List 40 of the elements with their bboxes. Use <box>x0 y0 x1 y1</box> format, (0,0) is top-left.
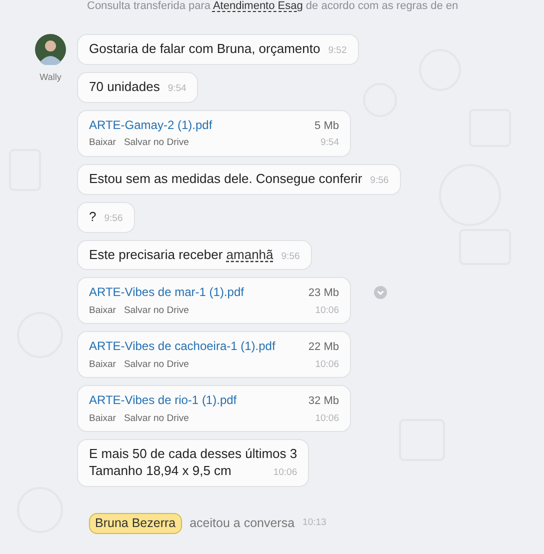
file-size: 22 Mb <box>308 340 339 355</box>
file-action-link[interactable]: Salvar no Drive <box>124 358 189 372</box>
message-time: 9:56 <box>370 174 389 188</box>
file-action-link[interactable]: Salvar no Drive <box>124 304 189 318</box>
message-text: Este precisaria receber amanhã <box>89 246 274 264</box>
message-time: 9:54 <box>320 137 339 150</box>
chevron-down-icon[interactable] <box>374 286 387 300</box>
file-action-link[interactable]: Baixar <box>89 358 116 372</box>
message-text: Estou sem as medidas dele. Consegue conferir <box>89 170 362 188</box>
file-action-link[interactable]: Baixar <box>89 412 116 426</box>
avatar <box>35 34 66 65</box>
file-size: 5 Mb <box>314 118 339 134</box>
file-action-link[interactable]: Baixar <box>89 137 116 150</box>
message-text: Gostaria de falar com Bruna, orçamento <box>89 41 320 58</box>
message-text: 70 unidades <box>89 78 160 96</box>
message-time: 10:06 <box>273 467 298 480</box>
transfer-notice: Consulta transferida para Atendimento Esag de acordo com as regras de en <box>86 0 460 12</box>
file-size: 23 Mb <box>308 286 339 301</box>
sender-name: Wally <box>40 71 62 84</box>
message-time: 9:52 <box>328 45 347 58</box>
message-text: ? <box>89 208 96 226</box>
event-text: aceitou a conversa <box>190 514 295 532</box>
file-action-link[interactable]: Salvar no Drive <box>124 412 189 426</box>
message-text: Tamanho 18,94 x 9,5 cm <box>89 463 232 480</box>
event-time: 10:13 <box>302 516 326 530</box>
message-text: E mais 50 de cada desses últimos 3 <box>89 446 298 464</box>
message-time: 10:06 <box>315 358 339 372</box>
file-link[interactable]: ARTE-Vibes de mar-1 (1).pdf <box>89 285 244 301</box>
file-link[interactable]: ARTE-Vibes de rio-1 (1).pdf <box>89 393 237 409</box>
message-time: 10:06 <box>315 412 339 426</box>
message-time: 9:56 <box>281 250 300 263</box>
file-action-link[interactable]: Baixar <box>89 304 116 318</box>
agent-tag: Bruna Bezerra <box>89 512 182 534</box>
file-link[interactable]: ARTE-Gamay-2 (1).pdf <box>89 118 212 134</box>
file-action-link[interactable]: Salvar no Drive <box>124 137 189 150</box>
message-time: 9:56 <box>104 212 123 225</box>
message-time: 10:06 <box>315 304 339 318</box>
file-link[interactable]: ARTE-Vibes de cachoeira-1 (1).pdf <box>89 339 276 355</box>
message-time: 9:54 <box>168 82 186 96</box>
file-size: 32 Mb <box>308 394 339 409</box>
